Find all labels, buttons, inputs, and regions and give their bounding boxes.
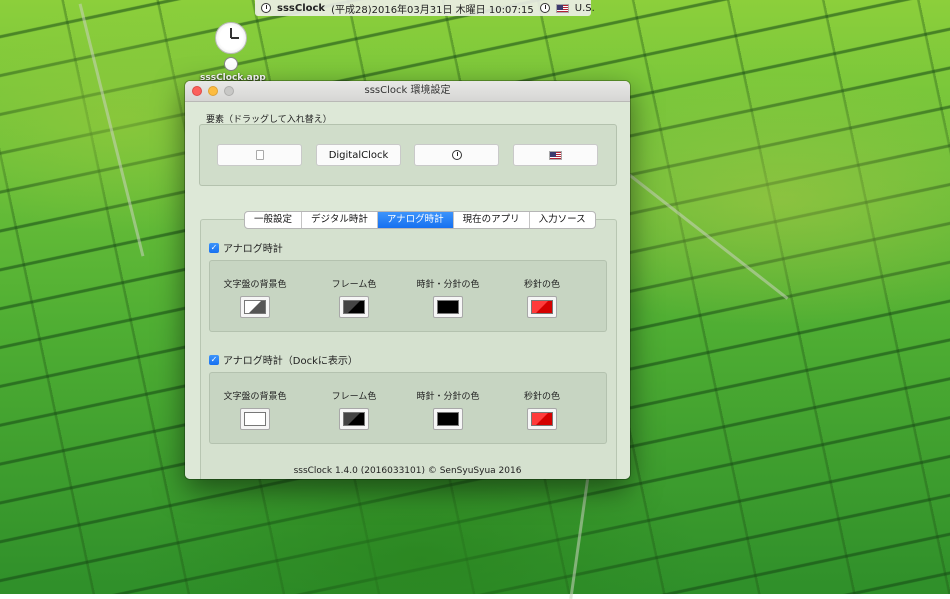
- face-bg-color-well[interactable]: [240, 408, 270, 430]
- analog-clock-checkbox[interactable]: ✓: [209, 242, 219, 253]
- second-hand-color-well[interactable]: [527, 296, 557, 318]
- window-title: sssClock 環境設定: [364, 85, 451, 96]
- analog-clock-icon[interactable]: [539, 3, 550, 13]
- face-bg-color-well[interactable]: [240, 296, 270, 318]
- clock-icon[interactable]: [261, 3, 271, 13]
- color-item: 秒針の色: [497, 389, 587, 430]
- zoom-button[interactable]: [224, 86, 234, 96]
- second-hand-color-well[interactable]: [527, 408, 557, 430]
- color-item: 文字盤の背景色: [210, 389, 300, 430]
- color-item: フレーム色: [309, 277, 399, 318]
- analog-colors-group: 文字盤の背景色 フレーム色 時針・分針の色 秒針の色: [209, 260, 607, 332]
- version-footer: sssClock 1.4.0 (2016033101) © SenSyuSyua…: [293, 466, 522, 476]
- element-input-source-button[interactable]: [513, 144, 598, 166]
- us-flag-icon: [549, 150, 562, 160]
- color-item: 文字盤の背景色: [210, 277, 300, 318]
- frame-color-well[interactable]: [339, 296, 369, 318]
- color-label: 文字盤の背景色: [223, 280, 287, 290]
- color-label: 時針・分針の色: [416, 392, 480, 402]
- hand-color-well[interactable]: [433, 408, 463, 430]
- color-item: 秒針の色: [497, 277, 587, 318]
- hand-color-well[interactable]: [433, 296, 463, 318]
- color-label: 文字盤の背景色: [223, 392, 287, 402]
- preferences-window: sssClock 環境設定 要素（ドラッグして入れ替え） DigitalCloc…: [185, 81, 630, 479]
- desktop-app-icon[interactable]: sssClock.app: [200, 22, 266, 83]
- checkbox-label: アナログ時計（Dockに表示）: [223, 356, 358, 367]
- tab-bar: 一般設定 デジタル時計 アナログ時計 現在のアプリ 入力ソース: [244, 211, 596, 229]
- dock-colors-group: 文字盤の背景色 フレーム色 時針・分針の色 秒針の色: [209, 372, 607, 444]
- tab-digital-clock[interactable]: デジタル時計: [302, 212, 378, 228]
- tab-input-source[interactable]: 入力ソース: [530, 212, 595, 228]
- color-item: フレーム色: [309, 389, 399, 430]
- menubar-app-name[interactable]: sssClock: [277, 3, 325, 14]
- dock-clock-checkbox-row[interactable]: ✓ アナログ時計（Dockに表示）: [209, 352, 358, 367]
- close-button[interactable]: [192, 86, 202, 96]
- clock-icon: [451, 150, 462, 160]
- color-item: 時針・分針の色: [403, 277, 493, 318]
- color-label: フレーム色: [331, 280, 377, 290]
- app-badge-icon: [224, 57, 238, 71]
- element-label: DigitalClock: [328, 149, 389, 161]
- checkbox-label: アナログ時計: [223, 244, 283, 255]
- element-analog-clock-button[interactable]: [414, 144, 499, 166]
- menubar-datetime[interactable]: (平成28)2016年03月31日 木曜日 10:07:15: [331, 1, 534, 16]
- dock-clock-checkbox[interactable]: ✓: [209, 354, 219, 365]
- frame-color-well[interactable]: [339, 408, 369, 430]
- input-source-label[interactable]: U.S.: [575, 3, 595, 14]
- tab-current-app[interactable]: 現在のアプリ: [454, 212, 530, 228]
- tab-analog-clock[interactable]: アナログ時計: [377, 212, 454, 228]
- element-digital-clock-button[interactable]: DigitalClock: [316, 144, 401, 166]
- elements-box: DigitalClock: [199, 124, 617, 186]
- minimize-button[interactable]: [208, 86, 218, 96]
- color-item: 時針・分針の色: [403, 389, 493, 430]
- color-label: 秒針の色: [523, 280, 560, 290]
- analog-clock-checkbox-row[interactable]: ✓ アナログ時計: [209, 240, 283, 255]
- document-icon: [255, 150, 264, 160]
- window-content: 要素（ドラッグして入れ替え） DigitalClock 一般設定 デジタル時計 …: [185, 102, 630, 479]
- color-label: フレーム色: [331, 392, 377, 402]
- color-label: 時針・分針の色: [416, 280, 480, 290]
- color-label: 秒針の色: [523, 392, 560, 402]
- us-flag-icon[interactable]: [555, 3, 569, 13]
- menubar-extras: sssClock (平成28)2016年03月31日 木曜日 10:07:15 …: [255, 0, 595, 16]
- tab-general[interactable]: 一般設定: [245, 212, 303, 228]
- road: [78, 3, 145, 257]
- clock-icon: [215, 22, 247, 54]
- window-titlebar[interactable]: sssClock 環境設定: [185, 81, 630, 102]
- element-app-icon-button[interactable]: [217, 144, 302, 166]
